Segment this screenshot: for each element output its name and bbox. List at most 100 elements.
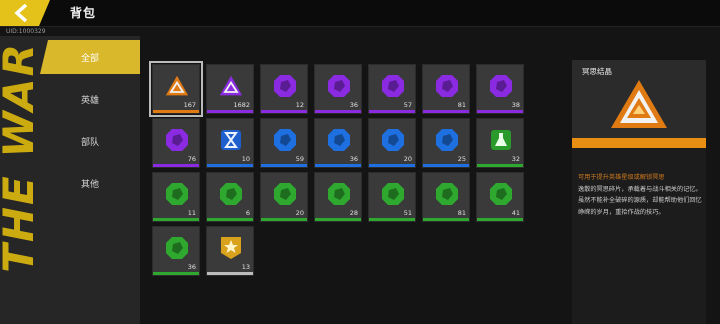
item-count: 12	[295, 101, 304, 109]
rarity-bar	[207, 218, 253, 221]
back-arrow-icon	[14, 4, 28, 22]
tab-0[interactable]: 全部	[40, 40, 140, 74]
item-count: 59	[295, 155, 304, 163]
item-count: 20	[295, 209, 304, 217]
inventory-item[interactable]: 36	[314, 118, 362, 168]
triangle-crystal-icon	[219, 74, 243, 98]
rarity-bar	[423, 164, 469, 167]
rarity-bar	[207, 272, 253, 275]
item-count: 36	[349, 155, 358, 163]
octagon-shard-icon	[327, 182, 351, 206]
detail-lore-text: 逸散的冥思碎片，承载着与战斗相关的记忆。虽然不能补全破碎的源质，却能帮助他们回忆…	[578, 185, 702, 216]
rarity-bar	[477, 218, 523, 221]
detail-item-name: 冥思结晶	[582, 67, 612, 76]
inventory-item[interactable]: 36	[152, 226, 200, 276]
octagon-shard-icon	[273, 182, 297, 206]
inventory-item[interactable]: 25	[422, 118, 470, 168]
octagon-shard-icon	[165, 128, 189, 152]
inventory-item[interactable]: 76	[152, 118, 200, 168]
item-count: 20	[403, 155, 412, 163]
rarity-bar	[261, 218, 307, 221]
inventory-item[interactable]: 36	[314, 64, 362, 114]
inventory-item[interactable]: 32	[476, 118, 524, 168]
back-button[interactable]	[0, 0, 50, 26]
rarity-bar	[369, 218, 415, 221]
item-count: 81	[457, 101, 466, 109]
item-count: 38	[511, 101, 520, 109]
rarity-bar	[207, 110, 253, 113]
rarity-bar	[261, 164, 307, 167]
tab-2[interactable]: 部队	[40, 124, 140, 158]
item-count: 36	[349, 101, 358, 109]
octagon-shard-icon	[165, 236, 189, 260]
decorative-banner-text: THE WAR	[0, 42, 34, 273]
item-count: 51	[403, 209, 412, 217]
tab-1[interactable]: 英雄	[40, 82, 140, 116]
inventory-item[interactable]: 59	[260, 118, 308, 168]
inventory-item[interactable]: 28	[314, 172, 362, 222]
octagon-shard-icon	[381, 182, 405, 206]
item-count: 11	[187, 209, 196, 217]
item-count: 6	[245, 209, 250, 217]
star-shield-icon	[219, 236, 243, 260]
item-detail-panel: 冥思结晶 可用于提升英雄星级或解锁冥思 逸散的冥思碎片，承载着与战斗相关的记忆。…	[572, 60, 706, 324]
item-count: 10	[241, 155, 250, 163]
octagon-shard-icon	[381, 128, 405, 152]
octagon-shard-icon	[327, 74, 351, 98]
rarity-bar	[315, 110, 361, 113]
octagon-shard-icon	[381, 74, 405, 98]
octagon-shard-icon	[435, 182, 459, 206]
rarity-bar	[153, 110, 199, 113]
rarity-bar	[153, 272, 199, 275]
detail-description: 可用于提升英雄星级或解锁冥思 逸散的冥思碎片，承载着与战斗相关的记忆。虽然不能补…	[578, 172, 702, 218]
octagon-shard-icon	[489, 182, 513, 206]
user-id: UID:1000329	[6, 28, 46, 35]
octagon-shard-icon	[489, 74, 513, 98]
rarity-bar	[477, 110, 523, 113]
item-count: 28	[349, 209, 358, 217]
rarity-bar	[315, 164, 361, 167]
item-count: 32	[511, 155, 520, 163]
octagon-shard-icon	[219, 182, 243, 206]
inventory-item[interactable]: 38	[476, 64, 524, 114]
inventory-item[interactable]: 57	[368, 64, 416, 114]
inventory-item[interactable]: 20	[368, 118, 416, 168]
item-count: 36	[187, 263, 196, 271]
octagon-shard-icon	[435, 128, 459, 152]
rarity-bar	[153, 218, 199, 221]
inventory-item[interactable]: 20	[260, 172, 308, 222]
triangle-crystal-icon	[611, 80, 667, 128]
inventory-item[interactable]: 167	[149, 61, 203, 117]
item-count: 76	[187, 155, 196, 163]
inventory-item[interactable]: 41	[476, 172, 524, 222]
detail-usage-hint: 可用于提升英雄星级或解锁冥思	[578, 174, 665, 181]
hourglass-icon	[219, 128, 243, 152]
item-count: 81	[457, 209, 466, 217]
rarity-bar	[207, 164, 253, 167]
tab-3[interactable]: 其他	[40, 166, 140, 200]
inventory-item[interactable]: 81	[422, 172, 470, 222]
rarity-bar	[315, 218, 361, 221]
detail-header: 冥思结晶	[572, 60, 706, 138]
rarity-bar	[477, 164, 523, 167]
octagon-shard-icon	[327, 128, 351, 152]
inventory-item[interactable]: 1682	[206, 64, 254, 114]
inventory-item[interactable]: 13	[206, 226, 254, 276]
inventory-item[interactable]: 12	[260, 64, 308, 114]
triangle-crystal-icon	[165, 74, 189, 98]
item-count: 167	[183, 101, 196, 109]
inventory-item[interactable]: 11	[152, 172, 200, 222]
item-count: 57	[403, 101, 412, 109]
octagon-shard-icon	[273, 128, 297, 152]
rarity-bar	[423, 218, 469, 221]
inventory-item[interactable]: 6	[206, 172, 254, 222]
octagon-shard-icon	[165, 182, 189, 206]
rarity-bar	[261, 110, 307, 113]
inventory-item[interactable]: 81	[422, 64, 470, 114]
inventory-item[interactable]: 51	[368, 172, 416, 222]
inventory-item[interactable]: 10	[206, 118, 254, 168]
rarity-stripe	[572, 138, 706, 148]
decorative-banner: THE WAR	[0, 36, 34, 324]
rarity-bar	[369, 110, 415, 113]
item-count: 1682	[233, 101, 250, 109]
